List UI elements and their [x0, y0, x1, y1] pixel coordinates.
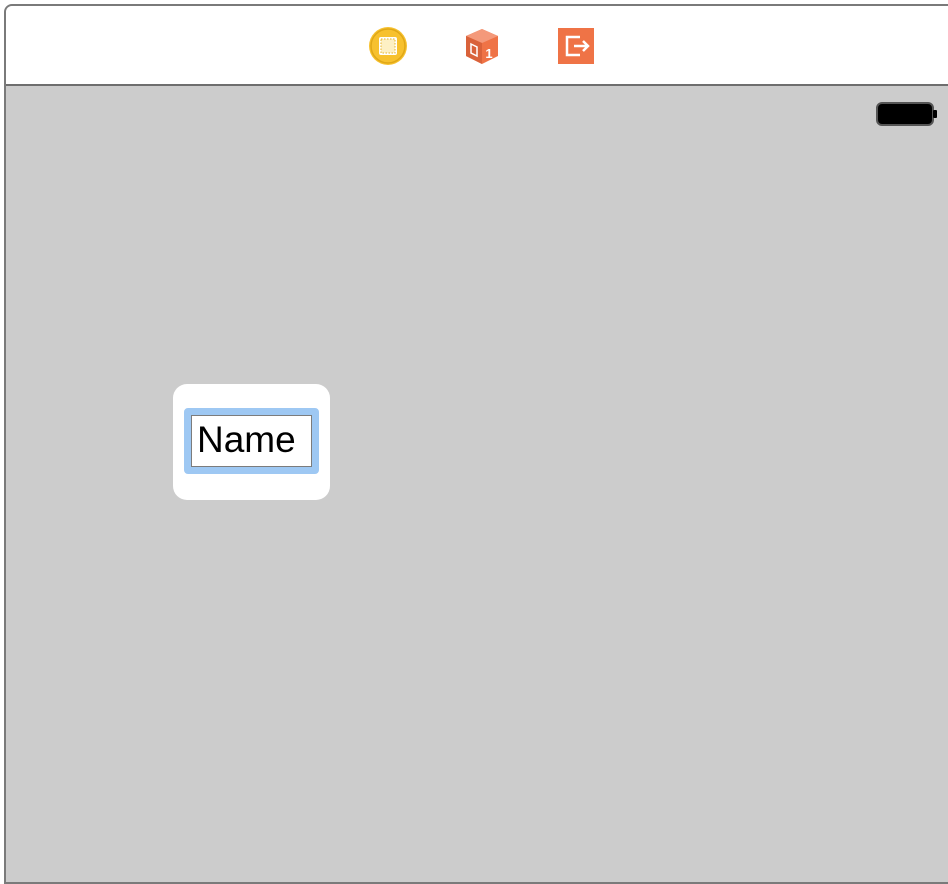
first-responder-icon[interactable]: 1 — [462, 26, 502, 66]
svg-text:1: 1 — [485, 46, 492, 61]
view-canvas: Name — [6, 86, 948, 882]
focus-ring: Name — [184, 408, 319, 474]
storyboard-scene: 1 Name — [4, 4, 948, 884]
exit-icon[interactable] — [556, 26, 596, 66]
scene-dock: 1 — [6, 6, 948, 86]
name-text-field[interactable]: Name — [191, 415, 312, 467]
text-field-container: Name — [173, 384, 330, 500]
battery-icon — [876, 101, 938, 127]
view-controller-icon[interactable] — [368, 26, 408, 66]
